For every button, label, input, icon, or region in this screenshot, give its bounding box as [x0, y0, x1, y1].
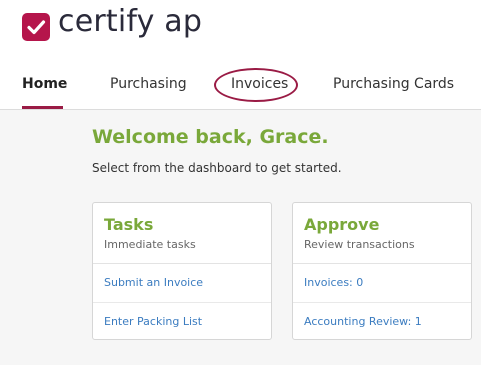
brand-name: certify ap — [58, 4, 203, 39]
invoices-count-row: Invoices: 0 — [293, 264, 471, 303]
certify-logo-icon[interactable] — [22, 13, 50, 41]
accounting-review-row: Accounting Review: 1 — [293, 303, 471, 341]
welcome-subtitle: Select from the dashboard to get started… — [92, 161, 342, 175]
approve-card: Approve Review transactions Invoices: 0 … — [292, 202, 472, 340]
card-title: Approve — [304, 215, 380, 234]
tab-home[interactable]: Home — [22, 76, 67, 92]
active-tab-indicator — [22, 106, 63, 109]
card-title: Tasks — [104, 215, 154, 234]
tab-purchasing-cards[interactable]: Purchasing Cards — [333, 76, 454, 92]
accounting-review-link[interactable]: Accounting Review: 1 — [304, 315, 422, 328]
app-header: certify ap — [0, 0, 481, 64]
main-nav: Home Purchasing Invoices Purchasing Card… — [0, 64, 481, 110]
card-header: Approve Review transactions — [293, 203, 471, 264]
enter-packing-list-link[interactable]: Enter Packing List — [104, 315, 202, 328]
invoices-count-link[interactable]: Invoices: 0 — [304, 276, 363, 289]
submit-invoice-row: Submit an Invoice — [93, 264, 271, 303]
welcome-heading: Welcome back, Grace. — [92, 126, 329, 148]
submit-invoice-link[interactable]: Submit an Invoice — [104, 276, 203, 289]
card-subtitle: Immediate tasks — [104, 238, 196, 251]
tasks-card: Tasks Immediate tasks Submit an Invoice … — [92, 202, 272, 340]
enter-packing-list-row: Enter Packing List — [93, 303, 271, 341]
card-header: Tasks Immediate tasks — [93, 203, 271, 264]
tab-invoices[interactable]: Invoices — [231, 76, 288, 92]
card-subtitle: Review transactions — [304, 238, 415, 251]
tab-purchasing[interactable]: Purchasing — [110, 76, 187, 92]
